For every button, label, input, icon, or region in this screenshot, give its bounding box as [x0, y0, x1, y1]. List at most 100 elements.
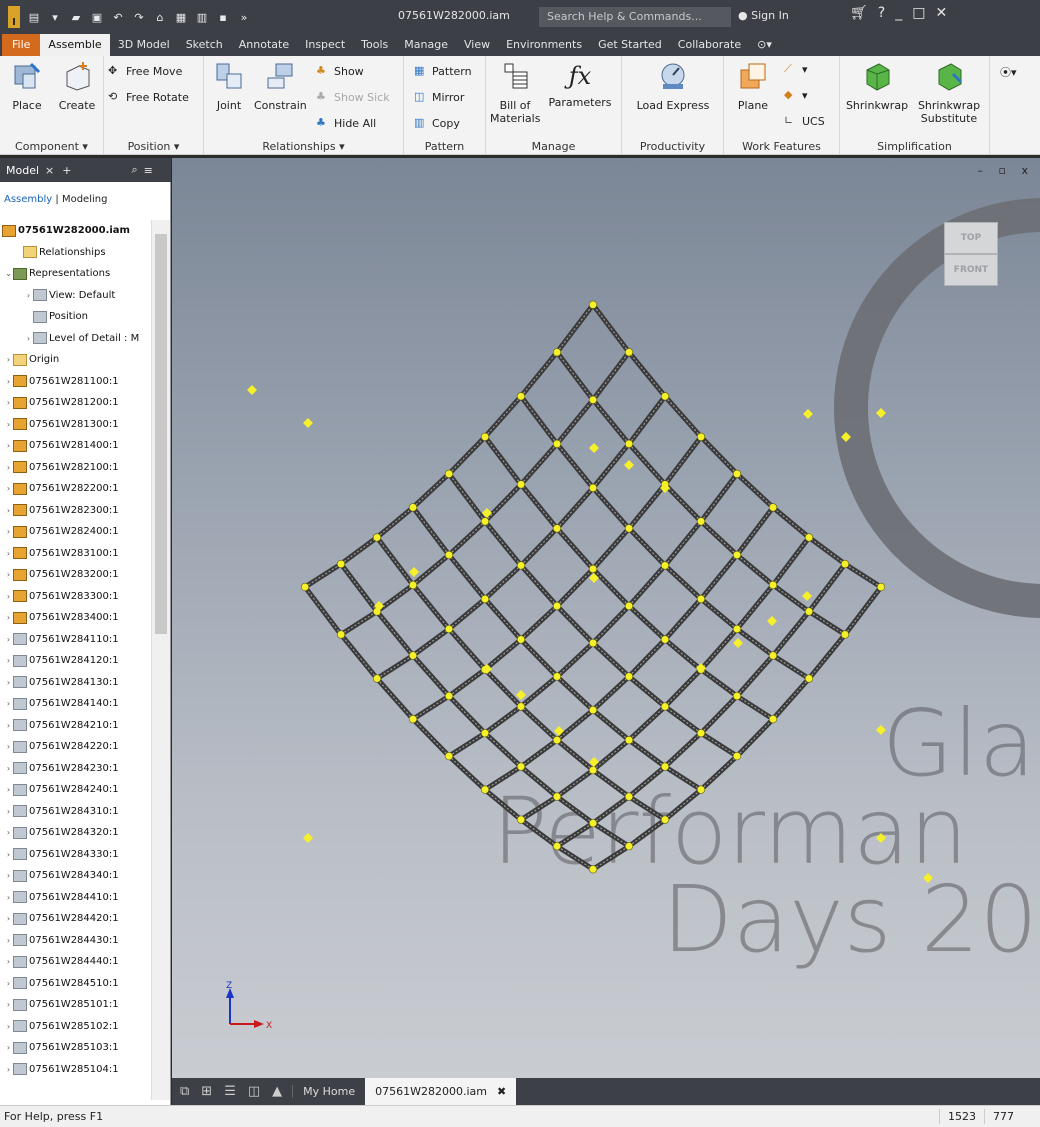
- work-point[interactable]: [696, 432, 706, 441]
- grid-member[interactable]: [482, 787, 524, 823]
- tree-node[interactable]: ⌄ Representations: [0, 263, 150, 285]
- free-rotate-button[interactable]: ⟲ Free Rotate: [108, 90, 189, 104]
- tree-node[interactable]: › 07561W284330:1: [0, 844, 150, 866]
- tree-node[interactable]: Relationships: [0, 242, 150, 264]
- expand-icon[interactable]: ›: [4, 742, 13, 751]
- grid-member[interactable]: [482, 637, 524, 673]
- plane-button[interactable]: Plane: [730, 60, 776, 112]
- new-icon[interactable]: ▤: [27, 10, 41, 24]
- add-tab-icon[interactable]: +: [62, 164, 131, 177]
- pattern-button[interactable]: ▦ Pattern: [414, 64, 472, 78]
- expand-icon[interactable]: ›: [4, 1022, 13, 1031]
- vertical-icon[interactable]: ◫: [248, 1084, 260, 1099]
- tree-node[interactable]: › 07561W285101:1: [0, 994, 150, 1016]
- work-point[interactable]: [841, 432, 851, 442]
- position-panel-title[interactable]: Position ▾: [104, 140, 203, 153]
- tree-node[interactable]: › 07561W283200:1: [0, 564, 150, 586]
- work-point[interactable]: [768, 714, 778, 724]
- tree-node[interactable]: › 07561W284420:1: [0, 908, 150, 930]
- grid-member[interactable]: [626, 674, 668, 710]
- browser-scrollbar[interactable]: [151, 220, 170, 1100]
- tree-node[interactable]: › 07561W284440:1: [0, 951, 150, 973]
- expand-icon[interactable]: ›: [4, 484, 13, 493]
- parameters-button[interactable]: ƒx Parameters: [546, 60, 614, 109]
- expand-icon[interactable]: ›: [4, 355, 13, 364]
- tree-node[interactable]: › 07561W284110:1: [0, 629, 150, 651]
- work-point[interactable]: [408, 503, 418, 512]
- work-point[interactable]: [300, 582, 310, 592]
- expand-icon[interactable]: ⌄: [4, 269, 13, 278]
- work-point[interactable]: [660, 392, 670, 401]
- tree-node[interactable]: › 07561W284140:1: [0, 693, 150, 715]
- collapse-icon[interactable]: ▲: [272, 1084, 282, 1099]
- free-move-button[interactable]: ✥ Free Move: [108, 64, 182, 78]
- expand-icon[interactable]: ›: [4, 893, 13, 902]
- expand-icon[interactable]: ›: [4, 613, 13, 622]
- work-point[interactable]: [516, 392, 526, 401]
- expand-icon[interactable]: ›: [4, 1065, 13, 1074]
- viewcube[interactable]: TOP FRONT: [944, 222, 998, 286]
- ribbon-more-icon[interactable]: ⊙▾: [749, 34, 780, 56]
- load-express-button[interactable]: Load Express: [630, 60, 716, 112]
- grid-member[interactable]: [662, 637, 704, 673]
- tree-node[interactable]: › 07561W284210:1: [0, 715, 150, 737]
- expand-icon[interactable]: ›: [4, 463, 13, 472]
- work-point[interactable]: [588, 395, 598, 404]
- joint-button[interactable]: Joint: [210, 60, 248, 112]
- grid-member[interactable]: [590, 767, 632, 800]
- tree-node[interactable]: › 07561W284230:1: [0, 758, 150, 780]
- open-icon[interactable]: ▾: [48, 10, 62, 24]
- tab-sketch[interactable]: Sketch: [178, 34, 231, 56]
- work-point[interactable]: [876, 725, 886, 735]
- work-point[interactable]: [303, 833, 313, 843]
- viewport-window-controls[interactable]: – ▫ x: [978, 164, 1034, 177]
- tree-node[interactable]: › 07561W285104:1: [0, 1059, 150, 1081]
- grid-member[interactable]: [590, 707, 632, 743]
- work-point[interactable]: [624, 524, 634, 533]
- grid-member[interactable]: [734, 552, 776, 588]
- tree-node[interactable]: › 07561W284120:1: [0, 650, 150, 672]
- constrain-button[interactable]: Constrain: [254, 60, 307, 112]
- place-button[interactable]: Place: [6, 60, 48, 112]
- expand-icon[interactable]: ›: [4, 441, 13, 450]
- work-point[interactable]: [516, 635, 526, 644]
- grid-member[interactable]: [554, 767, 596, 800]
- close-icon[interactable]: ×: [45, 164, 62, 177]
- grid-member[interactable]: [518, 737, 560, 770]
- tab-my-home[interactable]: My Home: [292, 1085, 365, 1098]
- grid-member[interactable]: [770, 582, 812, 614]
- grid-member[interactable]: [338, 534, 380, 567]
- work-point[interactable]: [516, 480, 526, 489]
- tree-node[interactable]: › 07561W285102:1: [0, 1016, 150, 1038]
- app-logo[interactable]: I: [8, 6, 20, 28]
- work-point[interactable]: [660, 762, 670, 771]
- expand-icon[interactable]: ›: [4, 656, 13, 665]
- horizontal-icon[interactable]: ☰: [224, 1084, 236, 1099]
- grid-member[interactable]: [590, 794, 632, 826]
- material-icon[interactable]: ▥: [195, 10, 209, 24]
- work-point[interactable]: [768, 580, 778, 590]
- grid-member[interactable]: [410, 552, 452, 588]
- expand-icon[interactable]: ›: [4, 785, 13, 794]
- tab-get-started[interactable]: Get Started: [590, 34, 670, 56]
- work-point[interactable]: [733, 638, 743, 648]
- work-point[interactable]: [840, 559, 850, 569]
- work-point[interactable]: [624, 672, 634, 681]
- tree-node[interactable]: › 07561W283400:1: [0, 607, 150, 629]
- measure-icon[interactable]: ▪: [216, 10, 230, 24]
- work-point[interactable]: [480, 728, 490, 738]
- tree-node[interactable]: › 07561W284130:1: [0, 672, 150, 694]
- expand-icon[interactable]: ›: [4, 699, 13, 708]
- work-point[interactable]: [923, 873, 933, 883]
- grid-member[interactable]: [518, 764, 560, 800]
- work-point[interactable]: [408, 651, 418, 660]
- work-point[interactable]: [732, 469, 742, 478]
- work-point[interactable]: [660, 561, 670, 570]
- expand-icon[interactable]: ›: [4, 936, 13, 945]
- work-point[interactable]: [696, 785, 706, 794]
- assembly-mode-link[interactable]: Assembly: [4, 194, 52, 205]
- component-panel-title[interactable]: Component ▾: [0, 140, 103, 153]
- work-point[interactable]: [660, 702, 670, 711]
- work-point[interactable]: [552, 735, 562, 745]
- tree-node[interactable]: › 07561W281100:1: [0, 371, 150, 393]
